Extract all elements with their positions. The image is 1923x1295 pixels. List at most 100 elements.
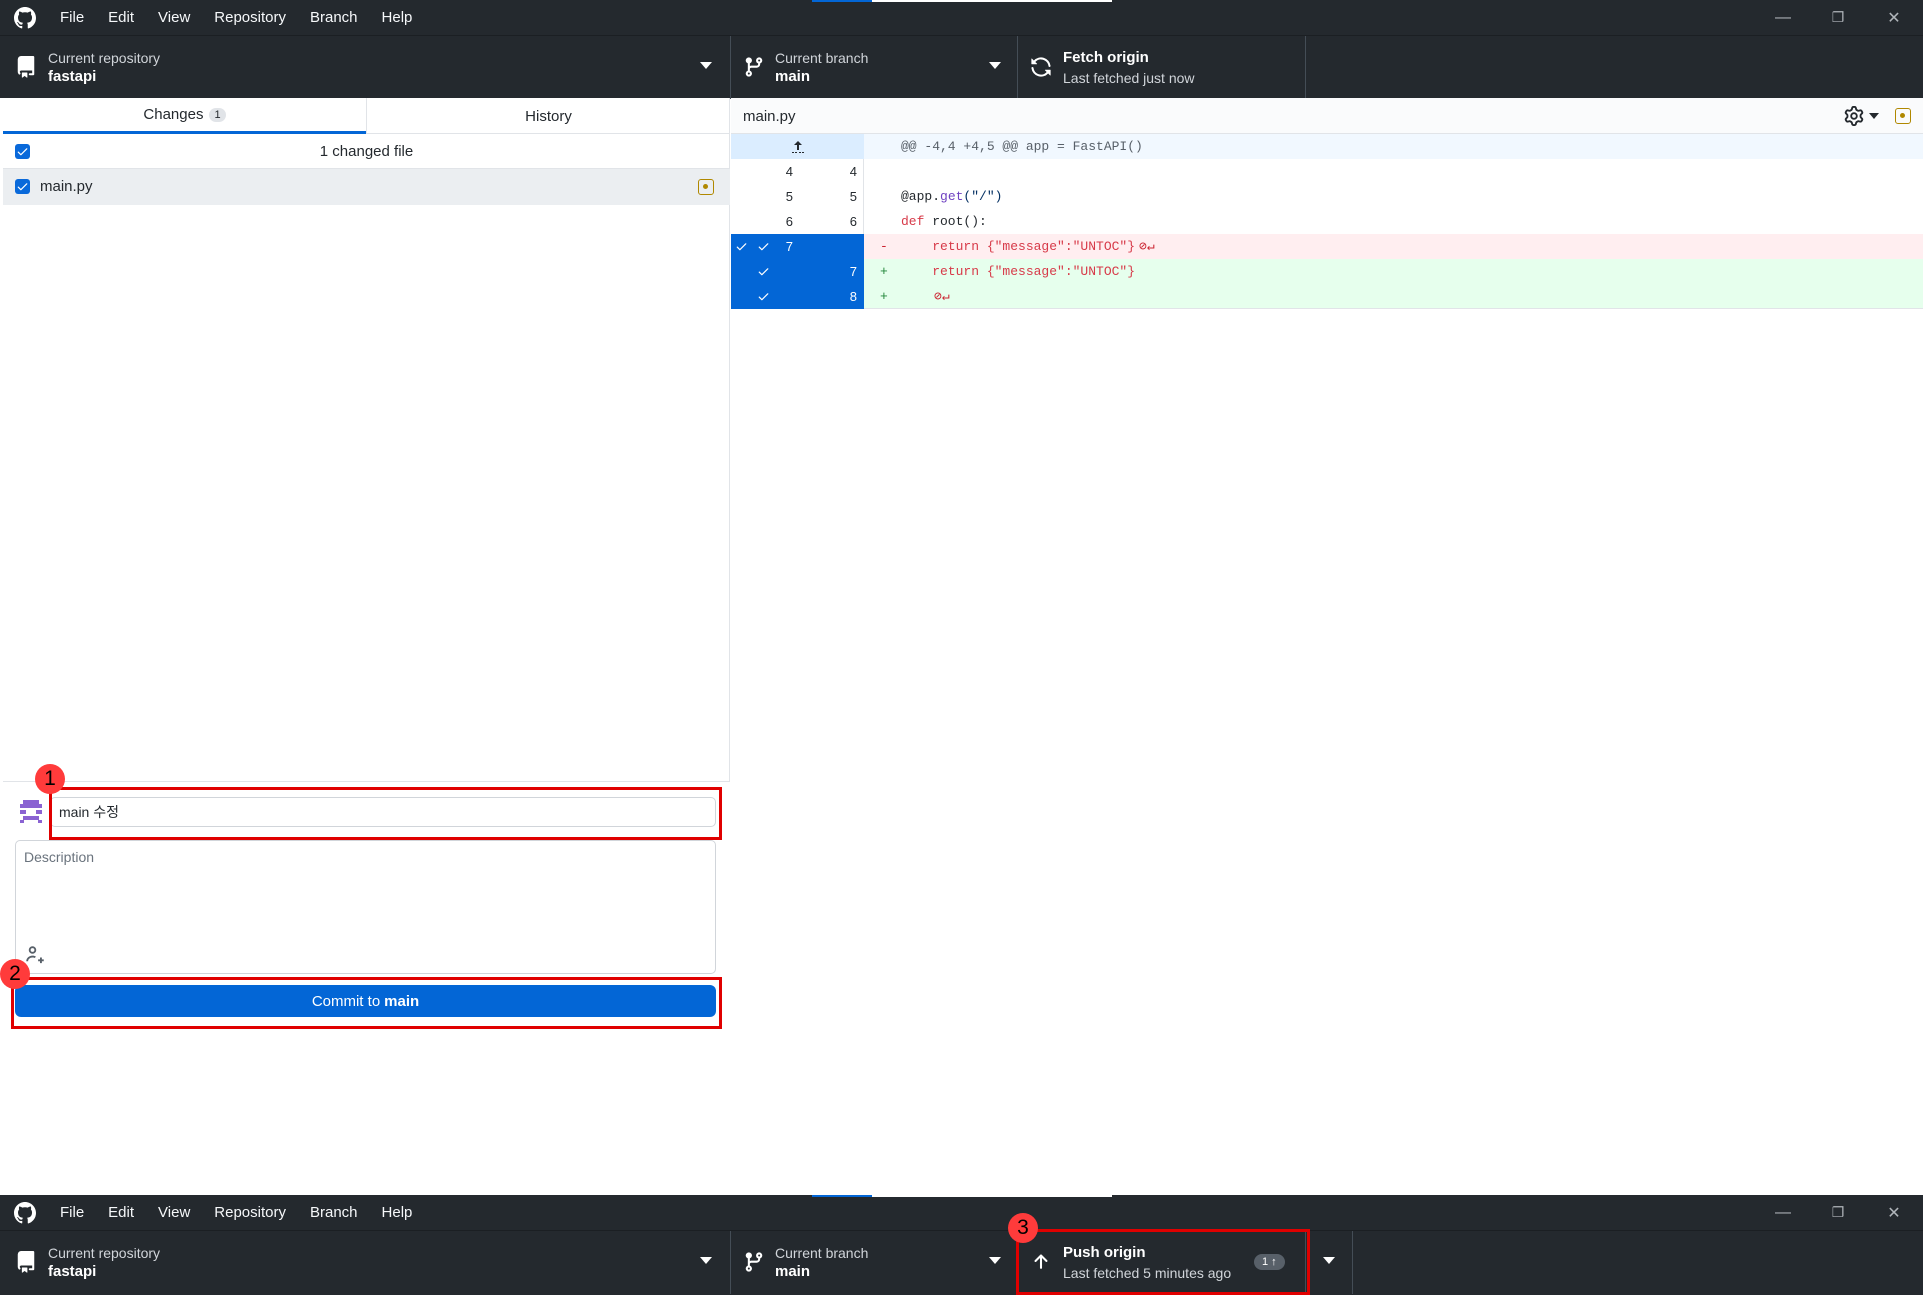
line-check-icon[interactable] bbox=[757, 265, 770, 278]
branch-label: Current branch bbox=[775, 50, 869, 66]
repo-label: Current repository bbox=[48, 50, 161, 66]
toolbar-bottom: Current repository fastapi Current branc… bbox=[0, 1230, 1923, 1295]
line-check-icon[interactable] bbox=[757, 290, 770, 303]
close-button[interactable]: ✕ bbox=[1874, 1195, 1914, 1230]
file-modified-icon bbox=[1895, 108, 1911, 124]
github-logo-icon bbox=[14, 1202, 36, 1224]
changed-files-count: 1 changed file bbox=[319, 143, 414, 160]
repo-icon bbox=[17, 56, 35, 78]
menu-edit[interactable]: Edit bbox=[108, 9, 134, 26]
diff-line[interactable]: 4 4 bbox=[731, 159, 1923, 184]
fetch-subtitle: Last fetched just now bbox=[1063, 70, 1195, 86]
current-repository-button[interactable]: Current repository fastapi bbox=[0, 1231, 731, 1294]
chevron-down-icon bbox=[700, 1257, 712, 1264]
menu-bar: File Edit View Repository Branch Help bbox=[60, 0, 436, 35]
close-button[interactable]: ✕ bbox=[1874, 0, 1914, 35]
menu-file[interactable]: File bbox=[60, 9, 84, 26]
restore-button[interactable]: ❐ bbox=[1818, 0, 1858, 35]
hunk-check-icon[interactable] bbox=[735, 240, 748, 253]
chevron-down-icon bbox=[989, 62, 1001, 69]
line-gutter-selected[interactable] bbox=[731, 234, 864, 259]
gear-icon[interactable] bbox=[1844, 106, 1864, 126]
current-repository-button[interactable]: Current repository fastapi bbox=[0, 36, 731, 99]
branch-icon bbox=[745, 1252, 763, 1272]
fetch-title: Fetch origin bbox=[1063, 49, 1149, 66]
code-args: ("/") bbox=[963, 189, 1003, 204]
menu-view[interactable]: View bbox=[158, 9, 190, 26]
diff-line[interactable]: 5 5 @app.get("/") bbox=[731, 184, 1923, 209]
menu-bar: File Edit View Repository Branch Help bbox=[60, 1195, 436, 1230]
branch-name: main bbox=[775, 1263, 811, 1280]
diff-line-deleted[interactable]: 7 - return {"message":"UNTOC"} ⊘↵ bbox=[731, 234, 1923, 259]
diff-sign: + bbox=[880, 289, 888, 304]
file-modified-icon bbox=[698, 179, 714, 195]
menu-view[interactable]: View bbox=[158, 1204, 190, 1221]
title-accent bbox=[812, 1195, 872, 1197]
annotation-marker-2: 2 bbox=[0, 959, 30, 989]
add-coauthor-icon[interactable] bbox=[25, 945, 45, 965]
chevron-down-icon bbox=[989, 1257, 1001, 1264]
list-item[interactable]: main.py bbox=[3, 169, 730, 205]
diff-line[interactable]: 6 6 def root(): bbox=[731, 209, 1923, 234]
changes-count-badge: 1 bbox=[209, 107, 226, 122]
branch-label: Current branch bbox=[775, 1245, 869, 1261]
annotation-box-push bbox=[1016, 1229, 1310, 1295]
repo-label: Current repository bbox=[48, 1245, 161, 1261]
current-branch-button[interactable]: Current branch main bbox=[731, 1231, 1018, 1294]
sync-icon bbox=[1031, 57, 1051, 77]
no-newline-icon: ⊘↵ bbox=[934, 289, 950, 304]
diff-file-name: main.py bbox=[743, 108, 796, 125]
branch-name: main bbox=[775, 68, 811, 85]
annotation-marker-1: 1 bbox=[35, 764, 65, 794]
menu-repository[interactable]: Repository bbox=[214, 9, 286, 26]
line-code: @app.get("/") bbox=[901, 184, 1002, 209]
current-branch-button[interactable]: Current branch main bbox=[731, 36, 1018, 99]
fetch-origin-button[interactable]: Fetch origin Last fetched just now bbox=[1018, 36, 1306, 99]
title-accent-light bbox=[872, 1195, 1112, 1197]
title-accent bbox=[812, 0, 872, 2]
push-dropdown-button[interactable] bbox=[1306, 1231, 1353, 1294]
minimize-button[interactable]: — bbox=[1763, 1195, 1803, 1230]
menu-branch[interactable]: Branch bbox=[310, 1204, 358, 1221]
tab-bar: Changes 1 History bbox=[3, 98, 730, 134]
menu-help[interactable]: Help bbox=[382, 1204, 413, 1221]
diff-line-added[interactable]: 8 + ⊘↵ bbox=[731, 284, 1923, 309]
annotation-box-commit bbox=[11, 977, 722, 1029]
code-function: get bbox=[940, 189, 964, 204]
diff-sign: + bbox=[880, 264, 888, 279]
new-line-number: 6 bbox=[849, 214, 857, 229]
check-icon bbox=[17, 183, 28, 191]
diff-header: main.py bbox=[731, 98, 1923, 134]
annotation-box-summary bbox=[49, 787, 722, 840]
menu-repository[interactable]: Repository bbox=[214, 1204, 286, 1221]
menu-branch[interactable]: Branch bbox=[310, 9, 358, 26]
annotation-marker-3: 3 bbox=[1008, 1213, 1038, 1243]
title-accent-light bbox=[872, 0, 1112, 2]
diff-line-added[interactable]: 7 + return {"message":"UNTOC"} bbox=[731, 259, 1923, 284]
code-rest: root(): bbox=[924, 214, 987, 229]
no-newline-icon: ⊘↵ bbox=[1139, 239, 1155, 254]
expand-hunk-button[interactable] bbox=[731, 134, 864, 159]
minimize-button[interactable]: — bbox=[1763, 0, 1803, 35]
menu-help[interactable]: Help bbox=[382, 9, 413, 26]
restore-button[interactable]: ❐ bbox=[1818, 1195, 1858, 1230]
tab-history[interactable]: History bbox=[366, 98, 730, 134]
avatar bbox=[19, 799, 43, 823]
menu-edit[interactable]: Edit bbox=[108, 1204, 134, 1221]
code-line-text: return {"message":"UNTOC"} bbox=[901, 239, 1136, 254]
code-keyword: def bbox=[901, 214, 925, 229]
github-logo-icon bbox=[14, 7, 36, 29]
expand-up-icon bbox=[792, 141, 804, 153]
hunk-header-text: @@ -4,4 +4,5 @@ app = FastAPI() bbox=[901, 139, 1143, 154]
file-name: main.py bbox=[40, 178, 93, 195]
old-line-number: 6 bbox=[785, 214, 793, 229]
diff-pane: main.py @@ -4,4 +4,5 @@ app = FastAPI() … bbox=[731, 98, 1923, 1028]
changed-files-header: 1 changed file bbox=[3, 134, 730, 169]
file-checkbox[interactable] bbox=[15, 179, 30, 194]
menu-file[interactable]: File bbox=[60, 1204, 84, 1221]
chevron-down-icon bbox=[1323, 1257, 1335, 1264]
old-line-number: 4 bbox=[785, 164, 793, 179]
chevron-down-icon[interactable] bbox=[1869, 113, 1879, 119]
tab-changes[interactable]: Changes 1 bbox=[3, 98, 366, 134]
commit-description-input[interactable] bbox=[15, 840, 716, 974]
